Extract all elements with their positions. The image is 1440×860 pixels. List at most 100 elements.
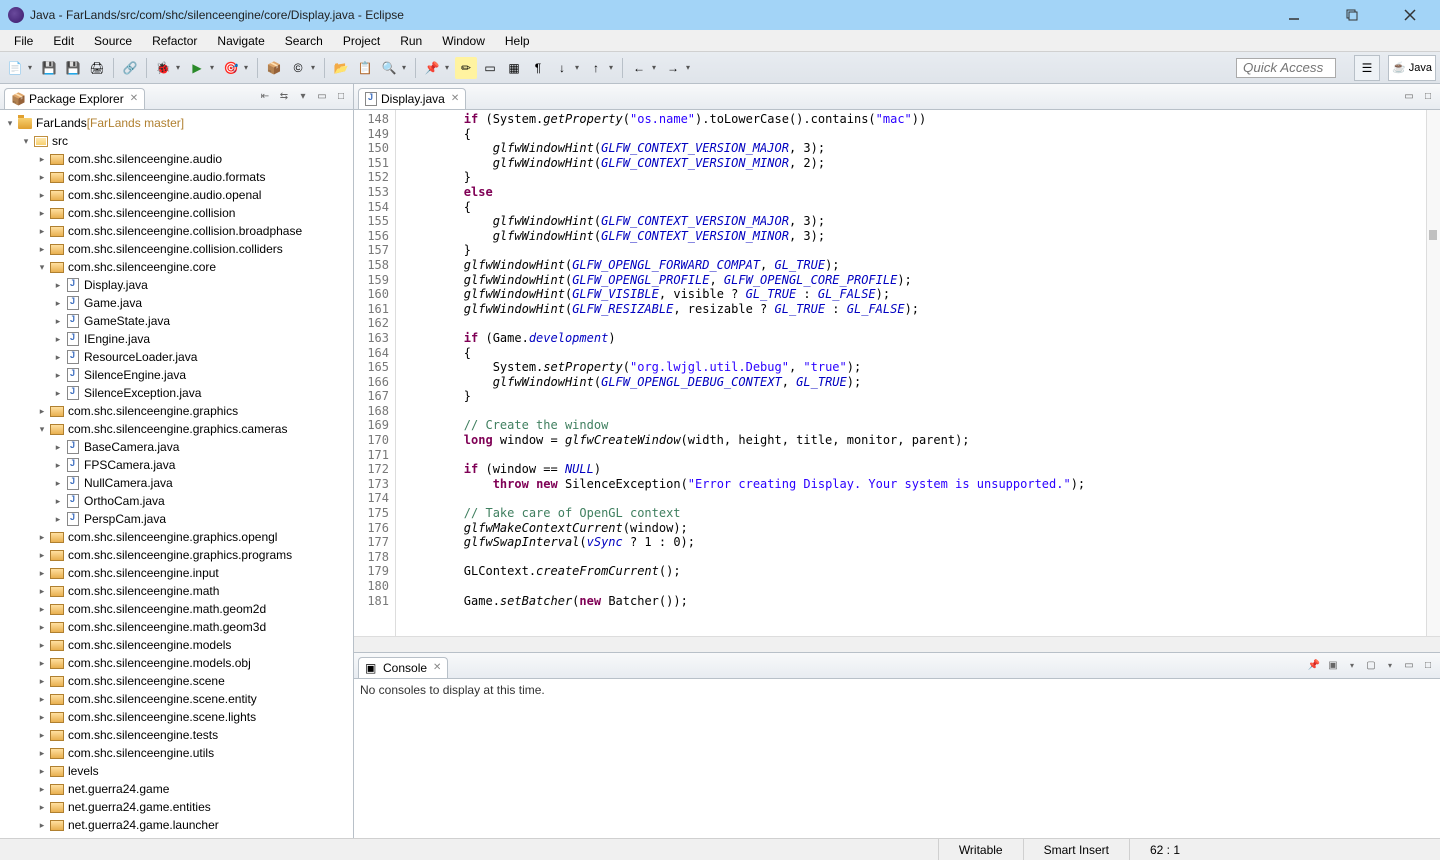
- tree-row[interactable]: ▸com.shc.silenceengine.models.obj: [0, 654, 353, 672]
- minimize-button[interactable]: [1272, 1, 1316, 29]
- tree-row[interactable]: ▸com.shc.silenceengine.models: [0, 636, 353, 654]
- tree-row[interactable]: ▸com.shc.silenceengine.math: [0, 582, 353, 600]
- display-console-button[interactable]: ▣: [1325, 658, 1341, 674]
- save-all-button[interactable]: 💾: [62, 57, 84, 79]
- tree-row[interactable]: ▸BaseCamera.java: [0, 438, 353, 456]
- link-button[interactable]: 🔗: [119, 57, 141, 79]
- tree-row[interactable]: ▸com.shc.silenceengine.audio.openal: [0, 186, 353, 204]
- toggle-breadcrumb-button[interactable]: ▭: [479, 57, 501, 79]
- menu-search[interactable]: Search: [275, 31, 333, 51]
- tree-row[interactable]: ▸com.shc.silenceengine.scene: [0, 672, 353, 690]
- code-line[interactable]: glfwWindowHint(GLFW_CONTEXT_VERSION_MINO…: [406, 229, 1426, 244]
- run-button[interactable]: ▶: [186, 57, 208, 79]
- tree-row[interactable]: ▾FarLands [FarLands master]: [0, 114, 353, 132]
- open-type-button[interactable]: 📂: [330, 57, 352, 79]
- code-line[interactable]: [406, 448, 1426, 463]
- tree-row[interactable]: ▸levels: [0, 762, 353, 780]
- tree-row[interactable]: ▸com.shc.silenceengine.scene.lights: [0, 708, 353, 726]
- tree-row[interactable]: ▸com.shc.silenceengine.graphics.opengl: [0, 528, 353, 546]
- tree-row[interactable]: ▸SilenceException.java: [0, 384, 353, 402]
- new-button[interactable]: 📄: [4, 57, 26, 79]
- tree-row[interactable]: ▸com.shc.silenceengine.audio: [0, 150, 353, 168]
- code-line[interactable]: throw new SilenceException("Error creati…: [406, 477, 1426, 492]
- code-line[interactable]: if (window == NULL): [406, 462, 1426, 477]
- menu-project[interactable]: Project: [333, 31, 390, 51]
- search-button[interactable]: 🔍: [378, 57, 400, 79]
- toggle-whitespace-button[interactable]: ¶: [527, 57, 549, 79]
- menu-refactor[interactable]: Refactor: [142, 31, 207, 51]
- horizontal-scrollbar[interactable]: [354, 636, 1440, 652]
- maximize-button[interactable]: [1330, 1, 1374, 29]
- tree-row[interactable]: ▸net.guerra24.game.launcher: [0, 816, 353, 834]
- menu-source[interactable]: Source: [84, 31, 142, 51]
- code-line[interactable]: {: [406, 200, 1426, 215]
- java-perspective-button[interactable]: ☕ Java: [1388, 55, 1436, 81]
- tree-row[interactable]: ▸net.guerra24.game.entities: [0, 798, 353, 816]
- tree-row[interactable]: ▸com.shc.silenceengine.math.geom2d: [0, 600, 353, 618]
- tree-row[interactable]: ▸com.shc.silenceengine.utils: [0, 744, 353, 762]
- tree-row[interactable]: ▸com.shc.silenceengine.math.geom3d: [0, 618, 353, 636]
- code-line[interactable]: [406, 404, 1426, 419]
- tree-row[interactable]: ▾src: [0, 132, 353, 150]
- menu-edit[interactable]: Edit: [43, 31, 84, 51]
- code-line[interactable]: [406, 579, 1426, 594]
- pin-console-button[interactable]: 📌: [1306, 658, 1322, 674]
- code-line[interactable]: glfwWindowHint(GLFW_CONTEXT_VERSION_MINO…: [406, 156, 1426, 171]
- code-line[interactable]: if (System.getProperty("os.name").toLowe…: [406, 112, 1426, 127]
- overview-ruler[interactable]: [1426, 110, 1440, 636]
- new-package-button[interactable]: 📦: [263, 57, 285, 79]
- tree-row[interactable]: ▸NullCamera.java: [0, 474, 353, 492]
- save-button[interactable]: 💾: [38, 57, 60, 79]
- code-line[interactable]: Game.setBatcher(new Batcher());: [406, 594, 1426, 609]
- menu-navigate[interactable]: Navigate: [207, 31, 274, 51]
- code-line[interactable]: GLContext.createFromCurrent();: [406, 564, 1426, 579]
- tree-row[interactable]: ▸PerspCam.java: [0, 510, 353, 528]
- tree-row[interactable]: ▸com.shc.silenceengine.graphics: [0, 402, 353, 420]
- code-area[interactable]: if (System.getProperty("os.name").toLowe…: [396, 110, 1426, 636]
- console-tab[interactable]: ▣ Console ✕: [358, 657, 448, 678]
- tree-row[interactable]: ▸IEngine.java: [0, 330, 353, 348]
- code-line[interactable]: if (Game.development): [406, 331, 1426, 346]
- tree-row[interactable]: ▾com.shc.silenceengine.graphics.cameras: [0, 420, 353, 438]
- prev-annotation-button[interactable]: ↑: [585, 57, 607, 79]
- tree-row[interactable]: ▸GameState.java: [0, 312, 353, 330]
- tree-row[interactable]: ▾com.shc.silenceengine.core: [0, 258, 353, 276]
- tree-row[interactable]: ▸com.shc.silenceengine.input: [0, 564, 353, 582]
- link-editor-button[interactable]: ⇆: [276, 89, 292, 105]
- package-explorer-tab[interactable]: 📦 Package Explorer ✕: [4, 88, 145, 109]
- code-line[interactable]: }: [406, 243, 1426, 258]
- maximize-view-button[interactable]: □: [333, 89, 349, 105]
- quick-access-input[interactable]: [1236, 58, 1336, 78]
- code-line[interactable]: }: [406, 170, 1426, 185]
- tree-row[interactable]: ▸OrthoCam.java: [0, 492, 353, 510]
- minimize-console-button[interactable]: ▭: [1401, 658, 1417, 674]
- code-line[interactable]: [406, 491, 1426, 506]
- package-tree[interactable]: ▾FarLands [FarLands master]▾src▸com.shc.…: [0, 110, 353, 838]
- collapse-all-button[interactable]: ⇤: [257, 89, 273, 105]
- new-class-button[interactable]: ©: [287, 57, 309, 79]
- code-line[interactable]: else: [406, 185, 1426, 200]
- code-line[interactable]: glfwWindowHint(GLFW_CONTEXT_VERSION_MAJO…: [406, 214, 1426, 229]
- code-line[interactable]: glfwSwapInterval(vSync ? 1 : 0);: [406, 535, 1426, 550]
- tree-row[interactable]: ▸com.shc.silenceengine.collision.collide…: [0, 240, 353, 258]
- forward-button[interactable]: →: [662, 57, 684, 79]
- minimize-view-button[interactable]: ▭: [314, 89, 330, 105]
- close-icon[interactable]: ✕: [433, 662, 441, 673]
- print-button[interactable]: 🖨: [86, 57, 108, 79]
- back-button[interactable]: ←: [628, 57, 650, 79]
- close-button[interactable]: [1388, 1, 1432, 29]
- code-line[interactable]: }: [406, 389, 1426, 404]
- menu-help[interactable]: Help: [495, 31, 540, 51]
- code-line[interactable]: glfwWindowHint(GLFW_OPENGL_FORWARD_COMPA…: [406, 258, 1426, 273]
- code-editor[interactable]: 1481491501511521531541551561571581591601…: [354, 110, 1440, 636]
- tree-row[interactable]: ▸ResourceLoader.java: [0, 348, 353, 366]
- code-line[interactable]: [406, 316, 1426, 331]
- debug-button[interactable]: 🐞: [152, 57, 174, 79]
- view-menu-button[interactable]: ▾: [295, 89, 311, 105]
- next-annotation-button[interactable]: ↓: [551, 57, 573, 79]
- toggle-block-button[interactable]: ▦: [503, 57, 525, 79]
- code-line[interactable]: // Create the window: [406, 418, 1426, 433]
- menu-run[interactable]: Run: [390, 31, 432, 51]
- tree-row[interactable]: ▸FPSCamera.java: [0, 456, 353, 474]
- code-line[interactable]: glfwWindowHint(GLFW_RESIZABLE, resizable…: [406, 302, 1426, 317]
